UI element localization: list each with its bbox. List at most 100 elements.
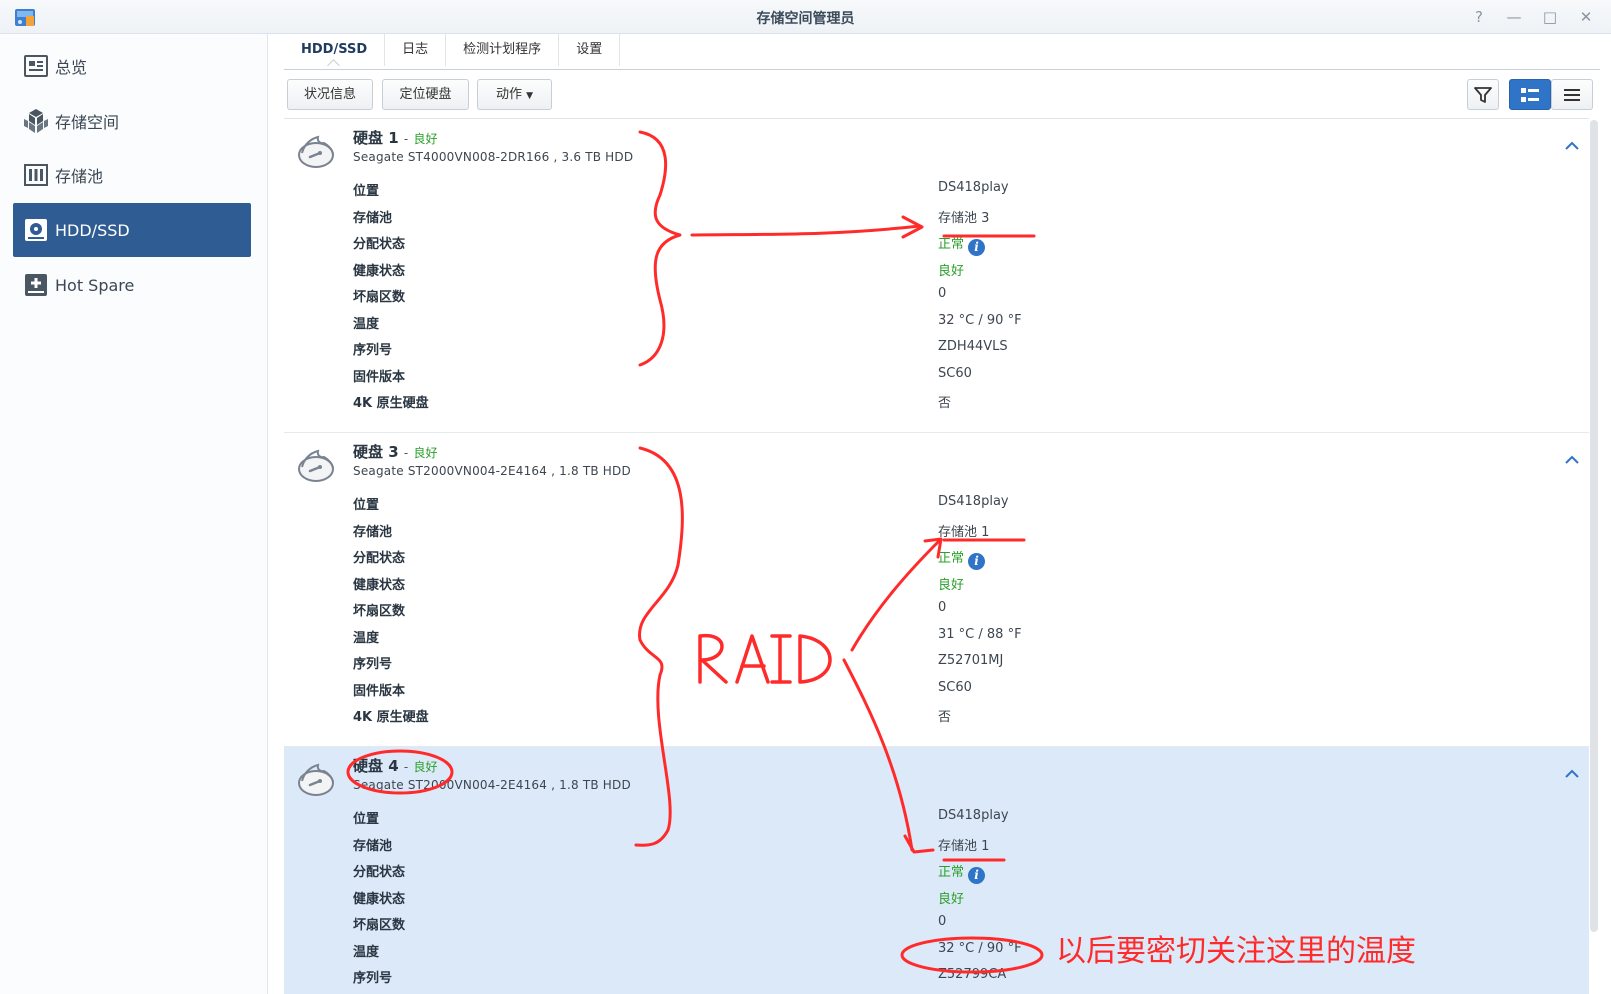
disk-panel-1[interactable]: 硬盘 1 - 良好 Seagate ST4000VN008-2DR166 , 3.…: [284, 119, 1589, 433]
caret-down-icon: ▼: [526, 91, 534, 101]
field-label: 健康状态: [353, 263, 406, 279]
field-value: DS418play: [938, 180, 1009, 195]
disk-title: 硬盘 1 - 良好: [353, 127, 438, 148]
disk-icon: [296, 131, 336, 171]
field-value: 存储池 3: [938, 207, 989, 226]
field-label: 存储池: [353, 524, 393, 540]
field-value: 良好: [938, 574, 964, 593]
field-value-text: 否: [938, 396, 952, 411]
maximize-button[interactable]: □: [1541, 8, 1559, 26]
sidebar-item-hdd-ssd[interactable]: HDD/SSD: [13, 203, 251, 257]
sidebar-item-label: 存储池: [55, 167, 104, 186]
disk-icon: [296, 445, 336, 485]
info-icon[interactable]: i: [968, 553, 986, 570]
disk-model: Seagate ST2000VN004-2E4164 , 1.8 TB HDD: [353, 778, 631, 792]
sidebar-item-storage-space[interactable]: 存储空间: [13, 94, 251, 148]
field-value: 0: [938, 286, 946, 301]
field-value: ZDH44VLS: [938, 339, 1008, 354]
field-value: SC60: [938, 680, 972, 695]
field-label: 坏扇区数: [353, 604, 406, 619]
field-value: 正常 i: [938, 233, 986, 256]
filter-button[interactable]: [1467, 79, 1499, 110]
sidebar-item-hot-spare[interactable]: Hot Spare: [13, 258, 251, 312]
info-icon[interactable]: i: [968, 867, 986, 884]
field-value-text: ZDH44VLS: [938, 339, 1008, 354]
field-label: 温度: [353, 630, 380, 646]
sidebar-item-storage-pool[interactable]: 存储池: [13, 148, 251, 202]
field-value: 否: [938, 706, 951, 725]
field-value-text: 存储池 1: [938, 838, 990, 854]
sidebar-item-overview[interactable]: 总览: [13, 39, 251, 93]
tab-test-scheduler[interactable]: 检测计划程序: [446, 34, 560, 66]
field-value-text: 良好: [938, 891, 965, 907]
chevron-up-icon[interactable]: [1563, 139, 1581, 153]
field-label: 位置: [353, 498, 380, 513]
field-label: 序列号: [353, 343, 393, 358]
field-value-text: 32 °C / 90 °F: [938, 312, 1022, 328]
field-value-text: DS418play: [938, 180, 1009, 195]
tab-divider: [284, 69, 1600, 70]
title-bar: 存储空间管理员 ? — □ ✕: [0, 0, 1611, 34]
tab-log[interactable]: 日志: [385, 34, 447, 66]
disk-model: Seagate ST2000VN004-2E4164 , 1.8 TB HDD: [353, 464, 631, 478]
disk-health-badge: 良好: [413, 446, 438, 460]
sidebar-item-label: 总览: [55, 58, 88, 77]
close-button[interactable]: ✕: [1577, 8, 1595, 26]
detail-list-icon: [1521, 87, 1539, 102]
field-value: Z52701MJ: [938, 653, 1003, 668]
field-value: 0: [938, 914, 946, 929]
list-view-button[interactable]: [1551, 79, 1593, 110]
field-value-text: 31 °C / 88 °F: [938, 626, 1022, 642]
field-label: 存储池: [353, 210, 393, 226]
disk-list: 硬盘 1 - 良好 Seagate ST4000VN008-2DR166 , 3.…: [284, 118, 1589, 994]
scrollbar[interactable]: [1590, 120, 1598, 932]
chevron-up-icon[interactable]: [1563, 453, 1581, 467]
sidebar-item-label: Hot Spare: [55, 275, 135, 295]
disk-panel-3[interactable]: 硬盘 3 - 良好 Seagate ST2000VN004-2E4164 , 1.…: [284, 433, 1589, 747]
locate-disk-button[interactable]: 定位硬盘: [382, 79, 469, 110]
field-label: 坏扇区数: [353, 290, 406, 305]
field-value: 否: [938, 392, 951, 411]
field-value-text: 32 °C / 90 °F: [938, 940, 1022, 956]
tab-hdd-ssd[interactable]: HDD/SSD: [284, 34, 386, 66]
list-icon: [1564, 88, 1580, 101]
field-value: 良好: [938, 888, 964, 907]
hdd-icon: [23, 217, 49, 243]
field-label: 健康状态: [353, 891, 406, 907]
action-label: 动作: [495, 87, 522, 102]
tab-bar: HDD/SSD 日志 检测计划程序 设置: [284, 34, 621, 70]
field-value: 32 °C / 90 °F: [938, 941, 1022, 956]
field-label: 健康状态: [353, 577, 406, 593]
field-label: 固件版本: [353, 683, 406, 699]
field-value-text: 0: [938, 286, 947, 301]
disk-icon: [296, 759, 336, 799]
disk-health-badge: 良好: [413, 132, 438, 146]
detail-view-button[interactable]: [1509, 79, 1551, 110]
field-value-text: 正常: [938, 237, 965, 252]
field-value-text: Z52701MJ: [938, 653, 1004, 668]
field-value-text: SC60: [938, 365, 972, 381]
field-label: 位置: [353, 184, 380, 199]
disk-title-separator: -: [403, 760, 409, 774]
minimize-button[interactable]: —: [1505, 8, 1523, 26]
disk-name: 硬盘 1: [353, 129, 399, 147]
chevron-up-icon[interactable]: [1563, 767, 1581, 781]
status-info-button[interactable]: 状况信息: [287, 79, 373, 110]
field-label: 4K 原生硬盘: [353, 710, 429, 725]
disk-model: Seagate ST4000VN008-2DR166 , 3.6 TB HDD: [353, 150, 634, 164]
disk-title: 硬盘 3 - 良好: [353, 441, 438, 462]
action-dropdown-button[interactable]: 动作 ▼: [477, 79, 552, 110]
field-label: 序列号: [353, 657, 393, 672]
sidebar-item-label: HDD/SSD: [55, 220, 130, 240]
field-value-text: 0: [938, 600, 947, 615]
disk-title-separator: -: [403, 446, 409, 460]
app-window: 存储空间管理员 ? — □ ✕ 总览 存储空间 存储池 HDD/SSD Hot …: [0, 0, 1611, 994]
field-value: 32 °C / 90 °F: [938, 313, 1022, 328]
field-value: 正常 i: [938, 547, 986, 570]
field-value: 存储池 1: [938, 835, 989, 854]
field-value-text: 正常: [938, 551, 965, 566]
help-button[interactable]: ?: [1470, 8, 1488, 26]
info-icon[interactable]: i: [968, 239, 986, 256]
tab-settings[interactable]: 设置: [559, 34, 621, 66]
hot-spare-icon: [23, 272, 49, 298]
